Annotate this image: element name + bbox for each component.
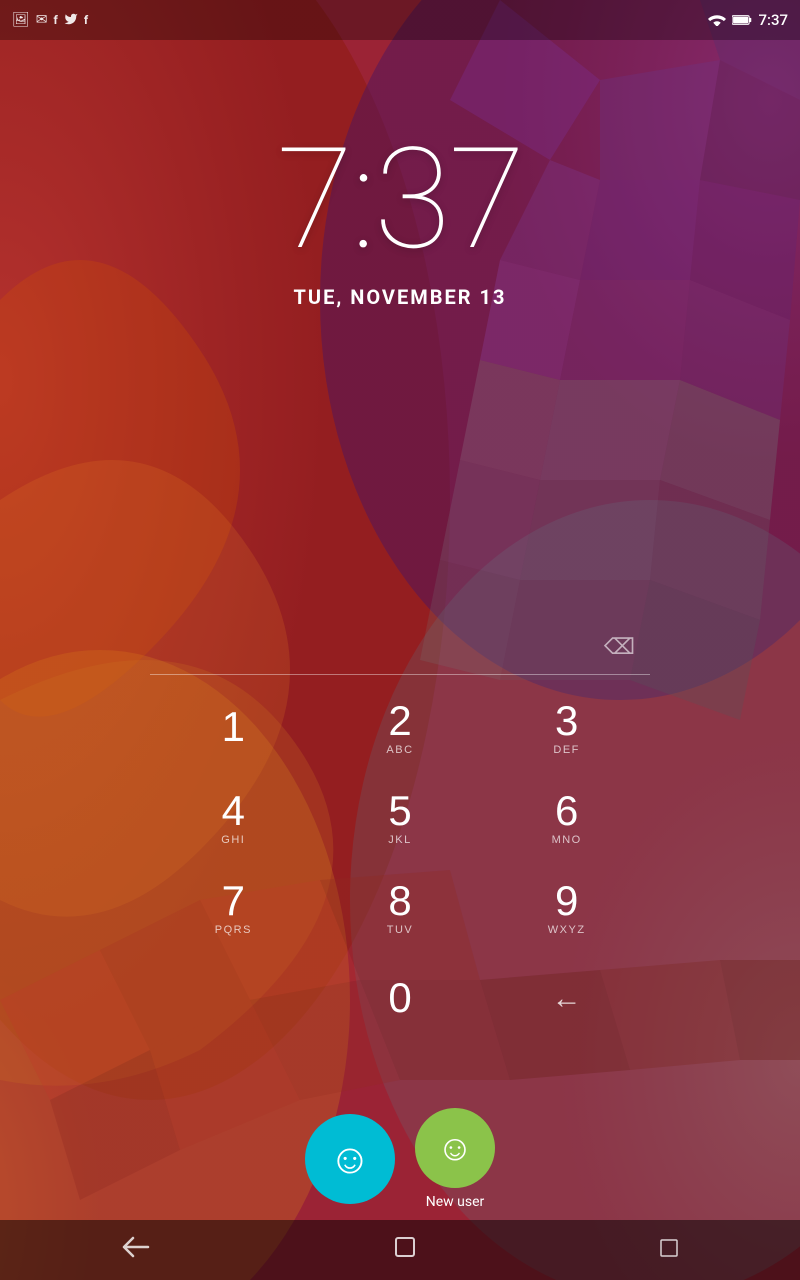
key-4[interactable]: 4 GHI	[150, 773, 317, 863]
key-backspace[interactable]: ←	[483, 953, 650, 1043]
key-3-num: 3	[555, 700, 578, 742]
key-5-num: 5	[388, 790, 411, 832]
user-primary-avatar: ☺	[305, 1114, 395, 1204]
key-7-letters: PQRS	[215, 924, 252, 936]
twitter-icon	[64, 12, 78, 29]
user-primary[interactable]: ☺	[305, 1114, 395, 1210]
key-1[interactable]: 1	[150, 683, 317, 773]
key-4-num: 4	[222, 790, 245, 832]
key-8-num: 8	[388, 880, 411, 922]
user-new-label: New user	[426, 1194, 485, 1210]
nav-home-button[interactable]	[364, 1226, 446, 1274]
key-0-num: 0	[388, 977, 411, 1019]
battery-icon	[732, 11, 752, 30]
user-primary-icon: ☺	[329, 1135, 372, 1184]
backspace-icon: ←	[552, 981, 582, 1016]
pin-divider	[150, 674, 650, 675]
key-0[interactable]: 0	[317, 953, 484, 1043]
status-bar: 🖼 ✉ f f 7:37	[0, 0, 800, 40]
keypad-bottom: 0 ←	[150, 953, 650, 1043]
pin-area: ⌫ 1 2 ABC 3 DEF 4 GHI 5 JKL 6 MNO	[150, 630, 650, 1043]
key-9-letters: WXYZ	[548, 924, 586, 936]
wifi-icon	[708, 11, 726, 30]
user-new-icon: ☺	[437, 1127, 474, 1169]
key-8[interactable]: 8 TUV	[317, 863, 484, 953]
user-new[interactable]: ☺ New user	[415, 1108, 495, 1210]
status-bar-left: 🖼 ✉ f f	[12, 12, 708, 29]
key-5[interactable]: 5 JKL	[317, 773, 484, 863]
status-bar-time: 7:37	[758, 11, 788, 29]
pin-input-row: ⌫	[150, 630, 650, 674]
key-8-letters: TUV	[387, 924, 414, 936]
key-5-letters: JKL	[388, 834, 411, 846]
nav-recents-button[interactable]	[630, 1228, 708, 1273]
facebook2-icon: f	[84, 13, 88, 27]
clock-area: 7:37 TUE, NOVEMBER 13	[0, 130, 800, 309]
key-6-letters: MNO	[552, 834, 582, 846]
key-9[interactable]: 9 WXYZ	[483, 863, 650, 953]
pin-backspace-top[interactable]: ⌫	[599, 630, 640, 665]
gallery-icon: 🖼	[12, 12, 30, 28]
clock-date: TUE, NOVEMBER 13	[0, 285, 800, 309]
key-6[interactable]: 6 MNO	[483, 773, 650, 863]
key-7[interactable]: 7 PQRS	[150, 863, 317, 953]
email-icon: ✉	[36, 12, 48, 28]
clock-time: 7:37	[0, 130, 800, 270]
users-area: ☺ ☺ New user	[0, 1108, 800, 1210]
key-2-letters: ABC	[386, 744, 413, 756]
key-7-num: 7	[222, 880, 245, 922]
key-3[interactable]: 3 DEF	[483, 683, 650, 773]
key-empty	[150, 953, 317, 1043]
nav-bar	[0, 1220, 800, 1280]
key-2-num: 2	[388, 700, 411, 742]
key-9-num: 9	[555, 880, 578, 922]
key-3-letters: DEF	[553, 744, 580, 756]
keypad: 1 2 ABC 3 DEF 4 GHI 5 JKL 6 MNO 7 PQRS	[150, 683, 650, 953]
user-new-avatar: ☺	[415, 1108, 495, 1188]
key-4-letters: GHI	[221, 834, 245, 846]
facebook-icon: f	[54, 13, 58, 27]
status-bar-right: 7:37	[708, 11, 788, 30]
nav-back-button[interactable]	[92, 1226, 180, 1274]
key-1-num: 1	[222, 706, 245, 748]
key-2[interactable]: 2 ABC	[317, 683, 484, 773]
key-6-num: 6	[555, 790, 578, 832]
